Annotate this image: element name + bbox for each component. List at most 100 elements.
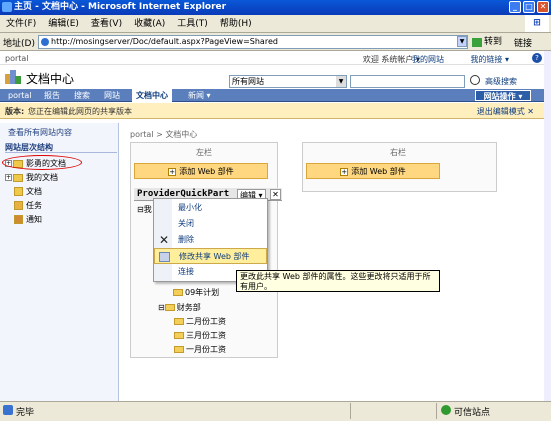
add-icon: + bbox=[340, 167, 349, 176]
nav-item-my-docs[interactable]: + 我的文档 bbox=[5, 172, 58, 183]
top-nav-bar: portal 报告 搜索 网站 文档中心 新闻 ▾ bbox=[0, 89, 544, 102]
close-window-button[interactable]: ✕ bbox=[537, 1, 549, 13]
folder-icon bbox=[173, 289, 183, 296]
expand-icon[interactable]: + bbox=[5, 174, 12, 181]
advanced-search-link[interactable]: 高级搜索 bbox=[485, 76, 517, 87]
help-icon[interactable]: ? bbox=[532, 53, 542, 63]
edit-message: 您正在编辑此网页的共享版本 bbox=[28, 107, 132, 116]
status-divider bbox=[436, 403, 437, 419]
tab-document-center[interactable]: 文档中心 bbox=[132, 89, 172, 102]
links-button[interactable]: 链接 bbox=[514, 36, 532, 49]
tree-item-label: 一月份工资 bbox=[186, 345, 226, 354]
page-icon bbox=[41, 38, 49, 46]
tree-item[interactable]: 二月份工资 bbox=[174, 316, 226, 327]
menu-tools[interactable]: 工具(T) bbox=[171, 15, 214, 33]
address-label: 地址(D) bbox=[3, 39, 35, 49]
menu-bar: 文件(F) 编辑(E) 查看(V) 收藏(A) 工具(T) 帮助(H) ⊞ bbox=[0, 15, 551, 33]
tree-item[interactable]: ⊟我 bbox=[137, 204, 152, 215]
tree-item-label: 三月份工资 bbox=[186, 331, 226, 340]
folder-icon bbox=[174, 346, 184, 353]
menu-item-label: 连接 bbox=[178, 267, 194, 276]
menu-file[interactable]: 文件(F) bbox=[0, 15, 42, 33]
search-scope-value: 所有网站 bbox=[232, 77, 264, 86]
tab-search[interactable]: 搜索 bbox=[70, 89, 94, 102]
address-url: http://mosingserver/Doc/default.aspx?Pag… bbox=[51, 37, 278, 46]
address-input[interactable]: http://mosingserver/Doc/default.aspx?Pag… bbox=[38, 35, 468, 49]
vertical-scrollbar[interactable] bbox=[544, 51, 551, 401]
folder-icon bbox=[174, 332, 184, 339]
search-input[interactable] bbox=[350, 75, 465, 88]
search-scope-select[interactable]: 所有网站 ▼ bbox=[229, 75, 347, 88]
add-web-part-right-button[interactable]: + 添加 Web 部件 bbox=[306, 163, 440, 179]
modify-icon bbox=[159, 252, 170, 262]
chevron-down-icon: ▼ bbox=[336, 76, 346, 87]
tree-item[interactable]: 一月份工资 bbox=[174, 344, 226, 355]
right-zone-label: 右栏 bbox=[390, 148, 406, 157]
tasks-icon bbox=[14, 201, 23, 210]
title-bar: 主页 - 文档中心 - Microsoft Internet Explorer … bbox=[0, 0, 551, 15]
collapse-icon[interactable]: ⊟ bbox=[158, 303, 165, 312]
collapse-icon[interactable]: ⊟ bbox=[137, 205, 144, 214]
tree-item[interactable]: ⊟ 财务部 bbox=[158, 302, 201, 313]
security-zone: 可信站点 bbox=[454, 408, 491, 418]
menu-view[interactable]: 查看(V) bbox=[85, 15, 128, 33]
trusted-sites-icon bbox=[441, 405, 451, 415]
add-web-part-label: 添加 Web 部件 bbox=[351, 167, 406, 176]
top-breadcrumb[interactable]: portal bbox=[5, 54, 29, 63]
tab-sites[interactable]: 网站 bbox=[100, 89, 124, 102]
menu-item-close[interactable]: 关闭 bbox=[154, 216, 267, 232]
announcements-icon bbox=[14, 215, 23, 224]
menu-item-label: 最小化 bbox=[178, 203, 202, 212]
search-icon[interactable] bbox=[470, 75, 480, 85]
nav-item-announcements[interactable]: 通知 bbox=[14, 214, 42, 225]
tooltip: 更改此共享 Web 部件的属性。这些更改将只适用于所有用户。 bbox=[236, 270, 440, 292]
ie-icon bbox=[2, 2, 12, 12]
nav-item-tasks[interactable]: 任务 bbox=[14, 200, 42, 211]
menu-item-delete[interactable]: ✕ 删除 bbox=[154, 232, 267, 248]
menu-edit[interactable]: 编辑(E) bbox=[42, 15, 85, 33]
nav-item-documents[interactable]: 文档 bbox=[14, 186, 42, 197]
menu-item-label: 删除 bbox=[178, 235, 194, 244]
tab-portal[interactable]: portal bbox=[4, 89, 36, 102]
menu-help[interactable]: 帮助(H) bbox=[214, 15, 258, 33]
status-divider bbox=[350, 403, 351, 419]
add-web-part-left-button[interactable]: + 添加 Web 部件 bbox=[134, 163, 268, 179]
my-site-link[interactable]: 我的网站 bbox=[412, 54, 444, 65]
tree-item-label: 二月份工资 bbox=[186, 317, 226, 326]
minimize-button[interactable]: _ bbox=[509, 1, 521, 13]
tree-item[interactable]: 三月份工资 bbox=[174, 330, 226, 341]
address-dropdown-button[interactable]: ▼ bbox=[457, 36, 467, 47]
exit-edit-mode-link[interactable]: 退出编辑模式 ✕ bbox=[477, 106, 534, 117]
tree-item-label: 我 bbox=[143, 205, 152, 214]
documents-icon bbox=[14, 187, 23, 196]
view-all-site-content-link[interactable]: 查看所有网站内容 bbox=[8, 127, 72, 138]
tab-news[interactable]: 新闻 ▾ bbox=[184, 89, 215, 102]
site-logo-icon bbox=[5, 70, 21, 84]
menu-item-minimize[interactable]: 最小化 bbox=[154, 200, 267, 216]
tree-item-label: 财务部 bbox=[176, 303, 201, 312]
menu-item-modify-shared-web-part[interactable]: 修改共享 Web 部件 bbox=[154, 248, 267, 264]
nav-item-label: 文档 bbox=[26, 187, 42, 196]
version-label: 版本: bbox=[5, 107, 25, 116]
tree-item[interactable]: 09年计划 bbox=[173, 287, 219, 298]
site-title: 文档中心 bbox=[26, 72, 75, 86]
folder-icon bbox=[164, 304, 175, 311]
site-actions-menu[interactable]: 网站操作 ▾ bbox=[475, 90, 531, 101]
go-arrow-icon bbox=[472, 38, 482, 47]
tab-reports[interactable]: 报告 bbox=[40, 89, 64, 102]
maximize-button[interactable]: □ bbox=[523, 1, 535, 13]
web-part-close-button[interactable]: ✕ bbox=[270, 189, 281, 200]
my-links-menu[interactable]: 我的链接 ▾ bbox=[470, 54, 509, 65]
page-done-icon bbox=[3, 405, 13, 415]
menu-item-label: 修改共享 Web 部件 bbox=[179, 252, 250, 261]
status-text: 完毕 bbox=[16, 408, 35, 418]
go-label: 转到 bbox=[484, 37, 503, 47]
windows-logo-icon: ⊞ bbox=[525, 15, 549, 32]
edit-mode-bar: 版本: 您正在编辑此网页的共享版本 退出编辑模式 ✕ bbox=[0, 103, 544, 119]
folder-icon bbox=[13, 173, 23, 182]
top-row bbox=[0, 51, 544, 65]
go-button[interactable]: 转到 bbox=[472, 35, 502, 50]
main-breadcrumb: portal > 文档中心 bbox=[130, 130, 198, 139]
add-web-part-label: 添加 Web 部件 bbox=[179, 167, 234, 176]
menu-favorites[interactable]: 收藏(A) bbox=[128, 15, 171, 33]
